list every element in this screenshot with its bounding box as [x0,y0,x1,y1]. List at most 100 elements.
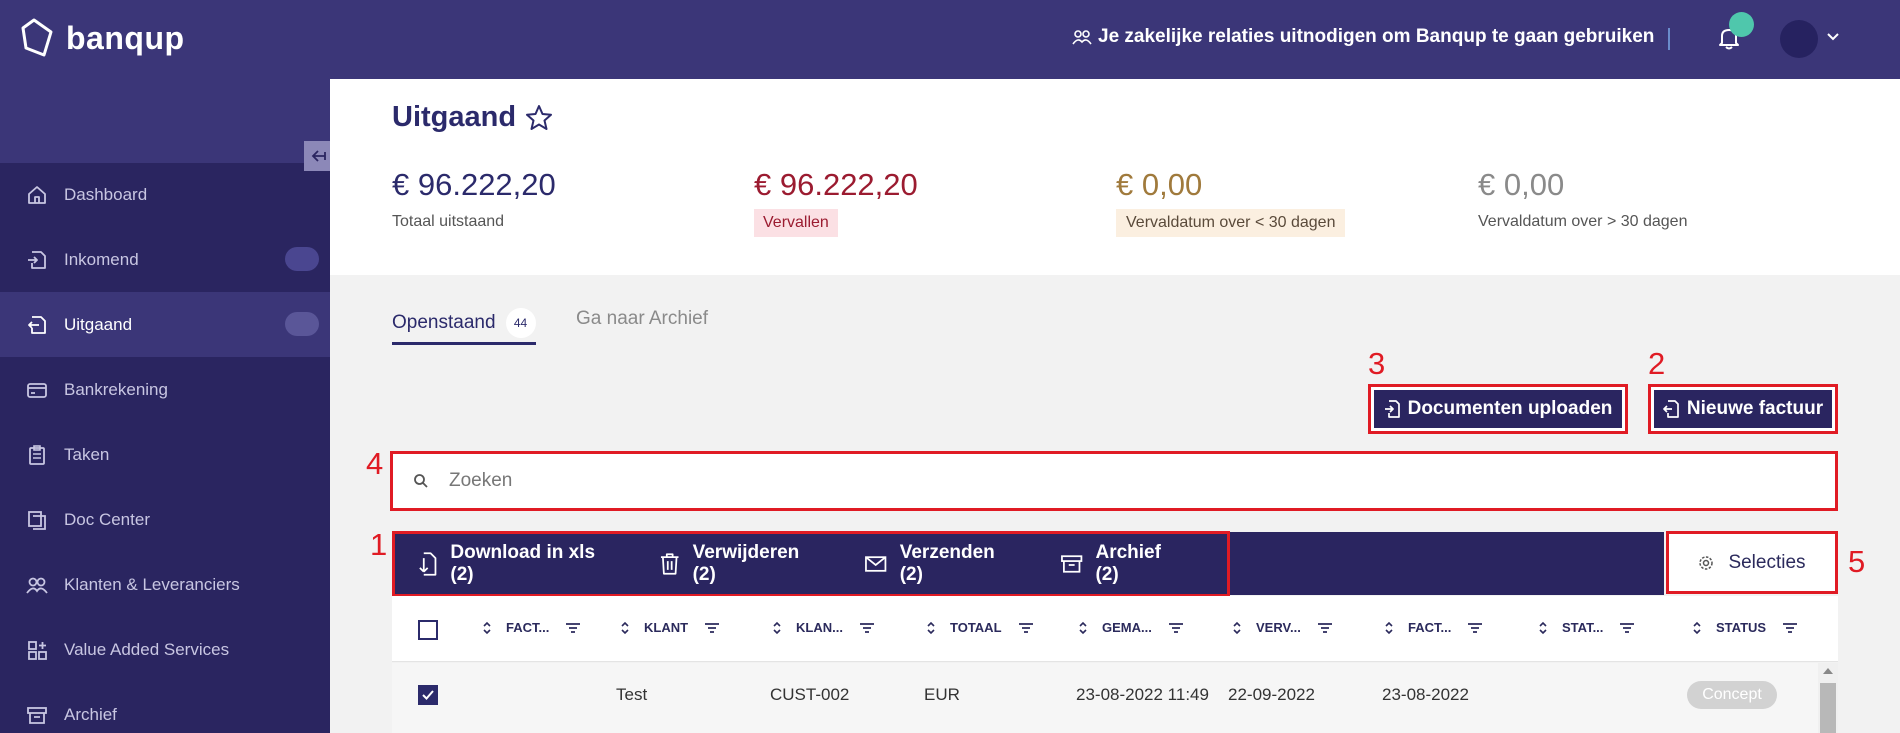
invite-link[interactable]: Je zakelijke relaties uitnodigen om Banq… [1072,26,1654,48]
search-bar[interactable] [390,451,1838,511]
uitgaand-toggle[interactable] [285,312,319,336]
sort-icon[interactable] [482,621,492,635]
stat-label: Totaal uitstaand [392,213,505,230]
archive-button[interactable]: Archief (2) [1060,542,1187,586]
table-header: FACT... KLANT KLAN... TOTAAL GEMA... VER… [392,596,1838,662]
sidebar-item-taken[interactable]: Taken [0,422,330,487]
search-input[interactable] [449,470,1749,492]
row-checkbox[interactable] [418,685,438,705]
outbox-icon [28,315,46,334]
sidebar-item-label: Uitgaand [64,314,133,334]
logo[interactable]: banqup [20,18,185,58]
column-header-factuurdatum[interactable]: FACT... [1384,620,1483,635]
selections-button[interactable]: Selecties [1666,531,1838,594]
column-header-stat[interactable]: STAT... [1538,620,1635,635]
cell-vervaldatum: 22-09-2022 [1228,685,1315,704]
sidebar-item-klanten-leveranciers[interactable]: Klanten & Leveranciers [0,552,330,617]
column-header-klantnummer[interactable]: KLAN... [772,620,875,635]
sidebar: Dashboard Inkomend Uitgaand Bankrekening… [0,79,330,733]
people-icon [1072,30,1092,45]
stat-due-over-30: € 0,00 Vervaldatum over > 30 dagen [1478,167,1687,231]
select-all-checkbox[interactable] [418,620,438,640]
archive-icon [1061,555,1083,573]
card-icon [27,382,47,398]
stat-value: € 0,00 [1478,167,1565,202]
new-invoice-button[interactable]: Nieuwe factuur [1648,384,1838,434]
sidebar-item-value-added-services[interactable]: Value Added Services [0,617,330,682]
column-header-klant[interactable]: KLANT [620,620,720,635]
upload-documents-button[interactable]: Documenten uploaden [1368,384,1628,434]
column-header-totaal[interactable]: TOTAAL [926,620,1034,635]
filter-icon[interactable] [704,622,720,634]
sort-icon[interactable] [1384,621,1394,635]
tab-archief[interactable]: Ga naar Archief [576,308,708,330]
delete-button[interactable]: Verwijderen (2) [659,542,824,586]
tab-label: Openstaand [392,312,496,333]
filter-icon[interactable] [1619,622,1635,634]
download-xls-button[interactable]: Download in xls (2) [415,542,619,586]
column-header-label: KLAN... [796,620,843,635]
column-header-label: STATUS [1716,620,1767,635]
send-label: Verzenden (2) [899,542,995,585]
column-header-factuur[interactable]: FACT... [482,620,581,635]
collapse-arrow-icon [311,150,326,162]
stat-due-under-30: € 0,00 Vervaldatum over < 30 dagen [1116,167,1346,237]
top-bar: banqup Je zakelijke relaties uitnodigen … [0,0,1900,79]
filter-icon[interactable] [1168,622,1184,634]
sidebar-item-bankrekening[interactable]: Bankrekening [0,357,330,422]
upload-documents-button-inner[interactable]: Documenten uploaden [1374,390,1622,428]
filter-icon[interactable] [859,622,875,634]
column-header-gemaakt[interactable]: GEMA... [1078,620,1184,635]
sort-icon[interactable] [620,621,630,635]
table-row[interactable]: Test CUST-002 EUR 23-08-2022 11:49 22-09… [392,663,1818,733]
send-button[interactable]: Verzenden (2) [864,542,1020,586]
cell-gemaakt: 23-08-2022 11:49 [1076,685,1209,704]
sort-icon[interactable] [1692,621,1702,635]
sidebar-item-archief[interactable]: Archief [0,682,330,733]
cell-klantnummer: CUST-002 [770,685,850,704]
sort-icon[interactable] [772,621,782,635]
documents-icon [28,510,46,530]
annotation-marker-5: 5 [1848,544,1866,579]
filter-icon[interactable] [565,622,581,634]
upload-file-icon [1384,400,1400,418]
tab-openstaand[interactable]: Openstaand 44 [392,308,536,338]
scroll-up-icon[interactable] [1823,668,1833,674]
download-xls-label: Download in xls (2) [450,542,596,585]
stat-label: Vervaldatum over > 30 dagen [1478,213,1688,230]
filter-icon[interactable] [1467,622,1483,634]
sidebar-item-doc-center[interactable]: Doc Center [0,487,330,552]
sidebar-item-uitgaand[interactable]: Uitgaand [0,292,330,357]
sidebar-item-label: Archief [64,704,117,724]
sort-icon[interactable] [1232,621,1242,635]
gear-icon [1699,555,1714,570]
filter-icon[interactable] [1782,622,1798,634]
filter-icon[interactable] [1317,622,1333,634]
sidebar-item-label: Dashboard [64,184,148,204]
star-icon[interactable] [524,103,554,133]
column-header-status[interactable]: STATUS [1692,620,1798,635]
sidebar-item-dashboard[interactable]: Dashboard [0,162,330,227]
sidebar-item-label: Inkomend [64,249,139,269]
annotation-marker-3: 3 [1368,346,1386,381]
avatar[interactable] [1780,20,1818,58]
sort-icon[interactable] [1538,621,1548,635]
invite-text: Je zakelijke relaties uitnodigen om Banq… [1098,26,1655,47]
column-header-vervaldatum[interactable]: VERV... [1232,620,1333,635]
scroll-thumb[interactable] [1820,683,1836,733]
sort-icon[interactable] [926,621,936,635]
sort-icon[interactable] [1078,621,1088,635]
archive-label: Archief (2) [1095,542,1161,585]
table-scrollbar[interactable] [1818,663,1838,733]
topbar-divider [1668,28,1670,50]
sidebar-item-inkomend[interactable]: Inkomend [0,227,330,292]
inkomend-toggle[interactable] [285,247,319,271]
inbox-icon [28,250,46,269]
sidebar-collapse-button[interactable] [304,141,333,171]
chevron-down-icon[interactable] [1826,32,1840,42]
filter-icon[interactable] [1018,622,1034,634]
new-invoice-button-inner[interactable]: Nieuwe factuur [1654,390,1832,428]
clipboard-icon [29,444,45,465]
cell-factuurdatum: 23-08-2022 [1382,685,1469,704]
stat-value: € 0,00 [1116,167,1203,202]
